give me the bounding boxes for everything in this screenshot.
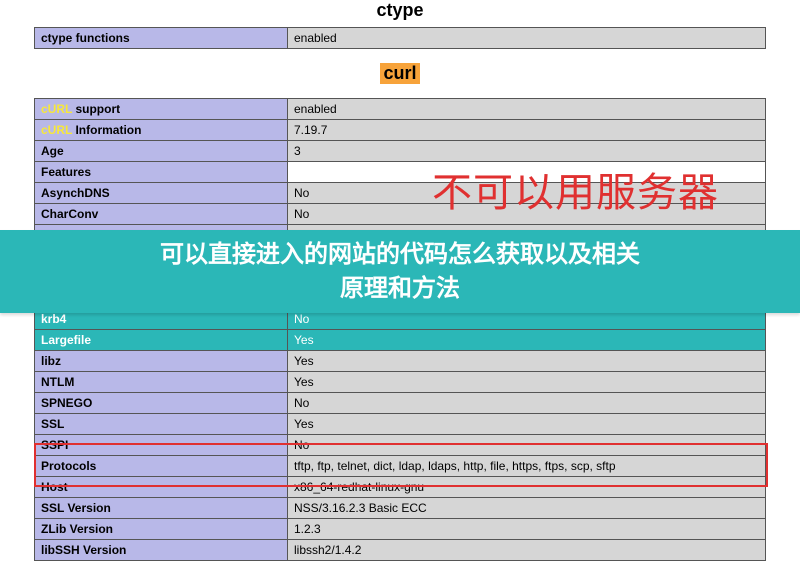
row-label: Largefile — [35, 330, 288, 351]
row-value: 1.2.3 — [288, 519, 766, 540]
row-value: Yes — [288, 330, 766, 351]
curl-table: cURL supportenabledcURL Information7.19.… — [34, 98, 766, 561]
row-label: SSL Version — [35, 498, 288, 519]
row-value: Yes — [288, 372, 766, 393]
section-title-wrap: curl — [34, 57, 766, 90]
row-label: Protocols — [35, 456, 288, 477]
overlay-banner-line2: 原理和方法 — [0, 272, 800, 306]
row-label: libz — [35, 351, 288, 372]
row-value: Yes — [288, 351, 766, 372]
table-row: cURL Information7.19.7 — [35, 120, 766, 141]
row-value — [288, 162, 766, 183]
row-label: cURL support — [35, 99, 288, 120]
row-label: AsynchDNS — [35, 183, 288, 204]
row-label: SPNEGO — [35, 393, 288, 414]
overlay-banner: 可以直接进入的网站的代码怎么获取以及相关 原理和方法 — [0, 230, 800, 313]
row-value: NSS/3.16.2.3 Basic ECC — [288, 498, 766, 519]
section-title-curl: curl — [380, 63, 419, 84]
table-row: ctype functionsenabled — [35, 28, 766, 49]
row-value: No — [288, 204, 766, 225]
table-row: libzYes — [35, 351, 766, 372]
table-row: Age3 — [35, 141, 766, 162]
table-row: Hostx86_64-redhat-linux-gnu — [35, 477, 766, 498]
row-value: No — [288, 183, 766, 204]
table-row: ZLib Version1.2.3 — [35, 519, 766, 540]
row-label: NTLM — [35, 372, 288, 393]
table-row: SSLYes — [35, 414, 766, 435]
row-label: SSL — [35, 414, 288, 435]
row-label: cURL Information — [35, 120, 288, 141]
table-row: CharConvNo — [35, 204, 766, 225]
row-value: 3 — [288, 141, 766, 162]
table-row: Features — [35, 162, 766, 183]
table-row: AsynchDNSNo — [35, 183, 766, 204]
row-value: No — [288, 435, 766, 456]
row-label: SSPI — [35, 435, 288, 456]
row-value: 7.19.7 — [288, 120, 766, 141]
row-value: No — [288, 393, 766, 414]
table-row: LargefileYes — [35, 330, 766, 351]
table-row: NTLMYes — [35, 372, 766, 393]
row-value: enabled — [288, 99, 766, 120]
table-row: cURL supportenabled — [35, 99, 766, 120]
row-value: x86_64-redhat-linux-gnu — [288, 477, 766, 498]
row-label: ctype functions — [35, 28, 288, 49]
row-label: Host — [35, 477, 288, 498]
row-value: Yes — [288, 414, 766, 435]
section-title-ctype: ctype — [34, 0, 766, 21]
table-row: SSPINo — [35, 435, 766, 456]
row-label: Features — [35, 162, 288, 183]
table-row: SPNEGONo — [35, 393, 766, 414]
row-value: tftp, ftp, telnet, dict, ldap, ldaps, ht… — [288, 456, 766, 477]
table-row: Protocolstftp, ftp, telnet, dict, ldap, … — [35, 456, 766, 477]
row-label: Age — [35, 141, 288, 162]
row-value: enabled — [288, 28, 766, 49]
overlay-banner-line1: 可以直接进入的网站的代码怎么获取以及相关 — [0, 238, 800, 272]
row-label: ZLib Version — [35, 519, 288, 540]
ctype-table: ctype functionsenabled — [34, 27, 766, 49]
row-label: CharConv — [35, 204, 288, 225]
table-row: SSL VersionNSS/3.16.2.3 Basic ECC — [35, 498, 766, 519]
